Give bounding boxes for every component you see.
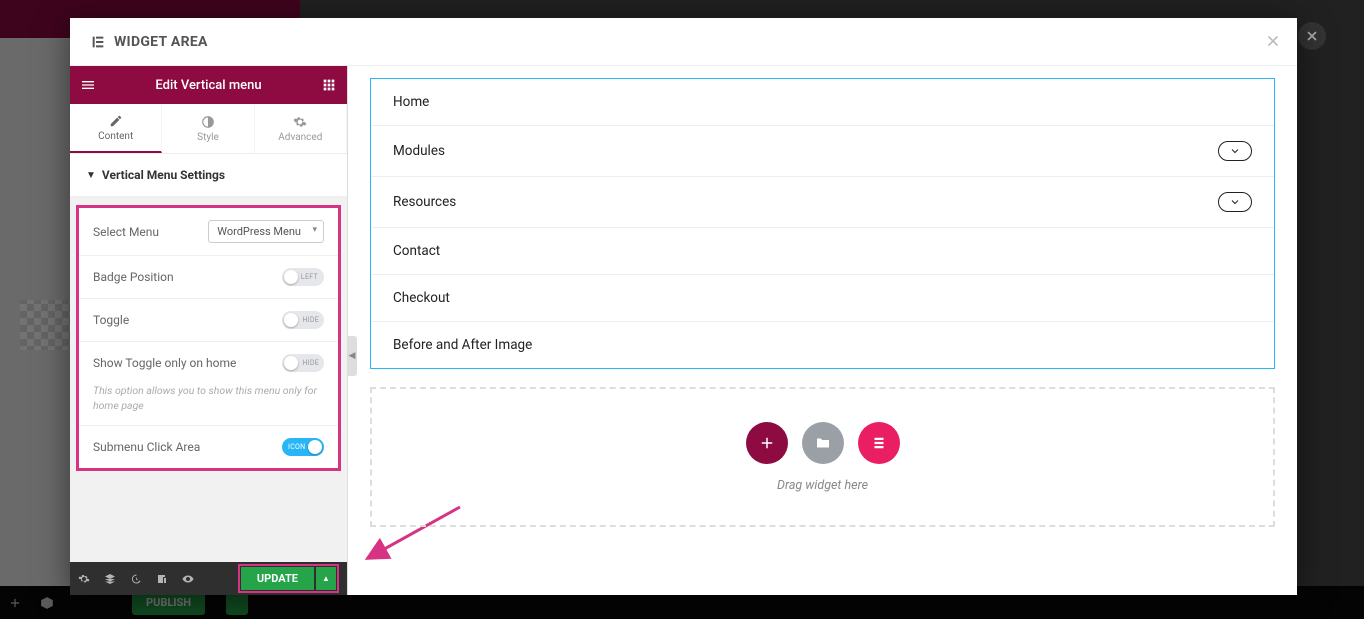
modal-header: WIDGET AREA xyxy=(70,18,1297,66)
section-vertical-menu-settings[interactable]: ▼ Vertical Menu Settings xyxy=(70,154,347,197)
tab-content-label: Content xyxy=(98,131,133,142)
elementor-icon xyxy=(90,34,106,50)
menu-item-home[interactable]: Home xyxy=(371,79,1274,126)
submenu-click-toggle[interactable]: ICON xyxy=(282,438,324,456)
close-icon xyxy=(1265,33,1281,49)
tab-advanced-label: Advanced xyxy=(278,132,322,143)
modal-title: WIDGET AREA xyxy=(90,34,208,50)
settings-highlight: Select Menu WordPress Menu Badge Positio… xyxy=(76,205,341,471)
chevron-down-icon xyxy=(1229,196,1241,208)
contrast-icon xyxy=(201,115,215,129)
submenu-click-value: ICON xyxy=(288,443,305,451)
folder-icon xyxy=(814,434,832,452)
preview-canvas: ◀ Home Modules Resources Contact Checko xyxy=(348,66,1297,595)
control-select-menu: Select Menu WordPress Menu xyxy=(79,208,338,256)
menu-item-label: Before and After Image xyxy=(393,337,532,353)
inspector-panel: Edit Vertical menu Content Style Advance… xyxy=(70,66,348,595)
panel-collapse-handle[interactable]: ◀ xyxy=(348,336,357,376)
apps-grid-icon[interactable] xyxy=(321,77,337,93)
responsive-icon[interactable] xyxy=(156,573,168,585)
widget-area-modal: WIDGET AREA Edit Vertical menu Content S… xyxy=(70,18,1297,595)
tab-content[interactable]: Content xyxy=(70,104,162,153)
menu-item-label: Modules xyxy=(393,143,445,159)
menu-item-label: Checkout xyxy=(393,290,450,306)
inspector-title: Edit Vertical menu xyxy=(96,78,321,93)
update-dropdown[interactable]: ▲ xyxy=(316,567,336,590)
submenu-toggle[interactable] xyxy=(1218,192,1252,212)
inspector-footer: UPDATE ▲ xyxy=(70,562,347,595)
tab-style[interactable]: Style xyxy=(162,104,254,153)
select-menu-label: Select Menu xyxy=(93,225,208,239)
submenu-toggle[interactable] xyxy=(1218,141,1252,161)
hamburger-icon[interactable] xyxy=(80,77,96,93)
update-button-highlight: UPDATE ▲ xyxy=(238,564,339,593)
ek-icon xyxy=(870,434,888,452)
menu-item-label: Home xyxy=(393,94,429,110)
menu-item-before-after[interactable]: Before and After Image xyxy=(371,322,1274,368)
modal-close-button[interactable] xyxy=(1265,30,1281,54)
control-show-toggle-home: Show Toggle only on home HIDE xyxy=(79,342,338,384)
badge-position-toggle[interactable]: LEFT xyxy=(282,268,324,286)
pencil-icon xyxy=(109,114,123,128)
inspector-tabs: Content Style Advanced xyxy=(70,104,347,154)
control-toggle: Toggle HIDE xyxy=(79,299,338,342)
menu-item-resources[interactable]: Resources xyxy=(371,177,1274,228)
help-text: This option allows you to show this menu… xyxy=(79,384,338,426)
select-menu-dropdown[interactable]: WordPress Menu xyxy=(208,220,324,243)
elementskit-button[interactable] xyxy=(858,422,900,464)
modal-title-text: WIDGET AREA xyxy=(114,34,208,50)
control-badge-position: Badge Position LEFT xyxy=(79,256,338,299)
chevron-down-icon xyxy=(1229,145,1241,157)
layers-icon[interactable] xyxy=(104,573,116,585)
toggle-value: HIDE xyxy=(302,316,319,324)
update-button[interactable]: UPDATE xyxy=(241,567,314,590)
show-toggle-home-value: HIDE xyxy=(302,359,319,367)
show-toggle-home-toggle[interactable]: HIDE xyxy=(282,354,324,372)
show-toggle-home-label: Show Toggle only on home xyxy=(93,356,282,370)
control-submenu-click: Submenu Click Area ICON xyxy=(79,426,338,468)
badge-position-value: LEFT xyxy=(301,273,318,281)
widget-dropzone[interactable]: Drag widget here xyxy=(370,387,1275,527)
tab-style-label: Style xyxy=(197,132,219,143)
menu-item-modules[interactable]: Modules xyxy=(371,126,1274,177)
vertical-menu-widget: Home Modules Resources Contact Checkout xyxy=(370,78,1275,369)
toggle-toggle[interactable]: HIDE xyxy=(282,311,324,329)
menu-item-contact[interactable]: Contact xyxy=(371,228,1274,275)
tab-advanced[interactable]: Advanced xyxy=(255,104,347,153)
badge-position-label: Badge Position xyxy=(93,270,282,284)
inspector-topbar: Edit Vertical menu xyxy=(70,66,347,104)
caret-down-icon: ▼ xyxy=(86,170,96,181)
settings-icon[interactable] xyxy=(78,573,90,585)
menu-item-checkout[interactable]: Checkout xyxy=(371,275,1274,322)
preview-eye-icon[interactable] xyxy=(182,573,194,585)
section-title-text: Vertical Menu Settings xyxy=(102,168,225,182)
dropzone-hint: Drag widget here xyxy=(777,478,868,493)
outer-close-button[interactable] xyxy=(1298,22,1326,50)
template-library-button[interactable] xyxy=(802,422,844,464)
toggle-label: Toggle xyxy=(93,313,282,327)
menu-item-label: Resources xyxy=(393,194,456,210)
submenu-click-label: Submenu Click Area xyxy=(93,440,282,454)
add-section-button[interactable] xyxy=(746,422,788,464)
menu-item-label: Contact xyxy=(393,243,440,259)
plus-icon xyxy=(758,434,776,452)
gear-icon xyxy=(293,115,307,129)
history-icon[interactable] xyxy=(130,573,142,585)
